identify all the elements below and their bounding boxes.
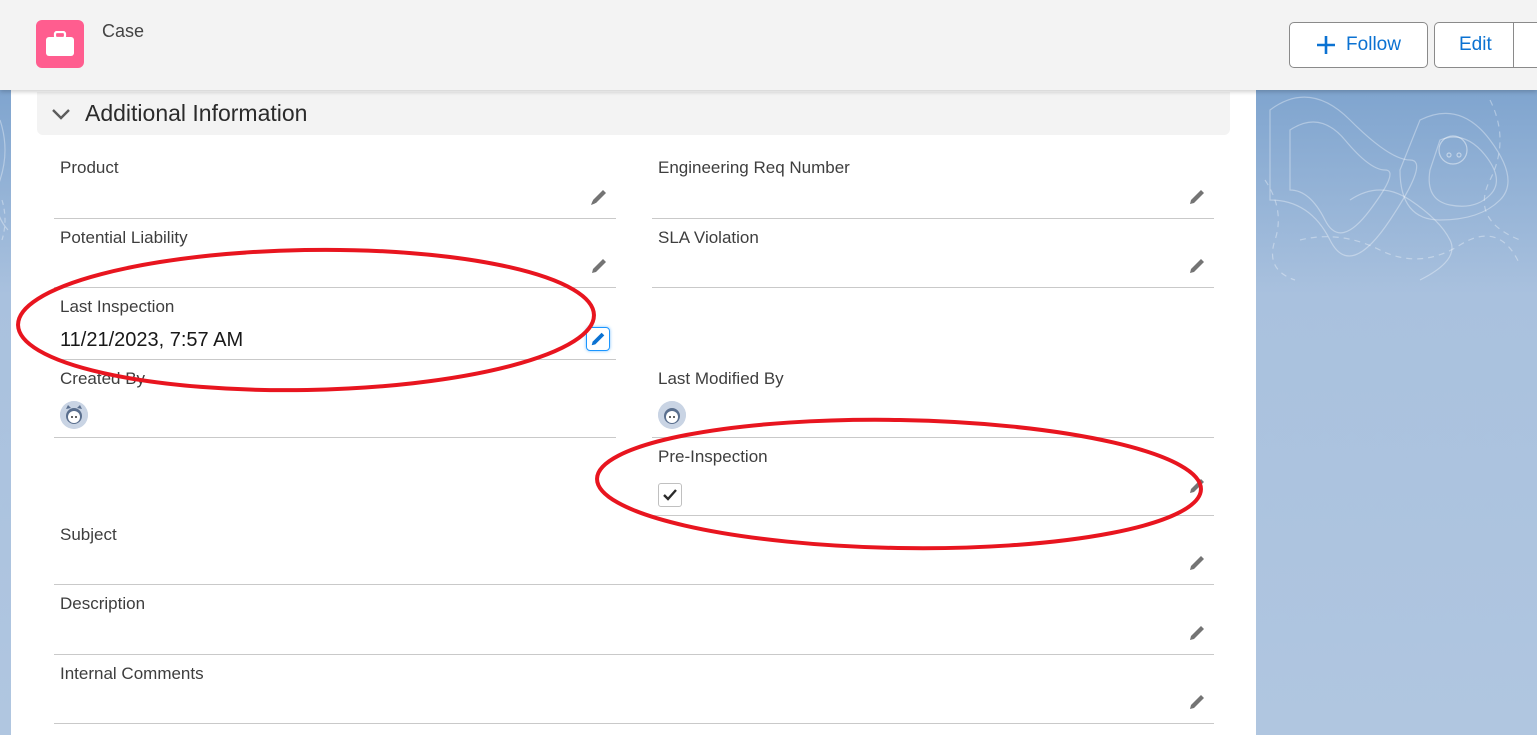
field-label: Last Inspection: [60, 297, 175, 316]
section-title: Additional Information: [85, 100, 308, 126]
record-header: Case Follow Edit: [0, 0, 1537, 90]
button-group-divider: [1513, 23, 1514, 67]
field-label: Pre-Inspection: [658, 447, 768, 466]
pre-inspection-checkbox[interactable]: [658, 483, 682, 507]
field-sla-violation: SLA Violation: [652, 220, 1214, 288]
user-avatar[interactable]: [658, 401, 686, 429]
edit-pencil-icon[interactable]: [1186, 622, 1208, 644]
field-label: Last Modified By: [658, 369, 784, 388]
follow-button[interactable]: Follow: [1289, 22, 1428, 68]
record-detail-card: Additional Information Product Engineeri…: [11, 90, 1256, 735]
field-label: Internal Comments: [60, 664, 204, 683]
field-label: SLA Violation: [658, 228, 759, 247]
object-type-label: Case: [102, 21, 145, 41]
plus-icon: [1317, 36, 1336, 54]
follow-button-label: Follow: [1346, 34, 1401, 55]
field-label: Subject: [60, 525, 117, 544]
field-product: Product: [54, 150, 616, 219]
field-last-inspection: Last Inspection 11/21/2023, 7:57 AM: [54, 289, 616, 360]
section-toggle-additional-information[interactable]: Additional Information: [37, 92, 1230, 135]
edit-pencil-icon[interactable]: [1186, 255, 1208, 277]
field-potential-liability: Potential Liability: [54, 220, 616, 288]
field-description: Description: [54, 586, 1214, 655]
field-subject: Subject: [54, 517, 1214, 585]
edit-pencil-icon[interactable]: [586, 327, 610, 351]
field-pre-inspection: Pre-Inspection: [652, 439, 1214, 516]
edit-button-label: Edit: [1459, 34, 1492, 55]
edit-pencil-icon[interactable]: [1186, 552, 1208, 574]
field-label: Description: [60, 594, 146, 613]
edit-button[interactable]: Edit: [1434, 22, 1537, 68]
field-label: Engineering Req Number: [658, 158, 850, 177]
field-internal-comments: Internal Comments: [54, 656, 1214, 724]
field-engineering-req-number: Engineering Req Number: [652, 150, 1214, 219]
field-created-by: Created By: [54, 361, 616, 438]
field-label: Product: [60, 158, 119, 177]
edit-pencil-icon[interactable]: [1186, 475, 1208, 497]
field-last-modified-by: Last Modified By: [652, 361, 1214, 438]
field-label: Created By: [60, 369, 146, 388]
edit-pencil-icon[interactable]: [588, 186, 610, 208]
field-value: 11/21/2023, 7:57 AM: [60, 329, 244, 351]
user-avatar[interactable]: [60, 401, 88, 429]
chevron-down-icon: [52, 108, 70, 120]
edit-pencil-icon[interactable]: [588, 255, 610, 277]
edit-pencil-icon[interactable]: [1186, 186, 1208, 208]
briefcase-icon: [36, 20, 84, 68]
field-label: Potential Liability: [60, 228, 188, 247]
edit-pencil-icon[interactable]: [1186, 691, 1208, 713]
checkmark-icon: [663, 489, 677, 501]
